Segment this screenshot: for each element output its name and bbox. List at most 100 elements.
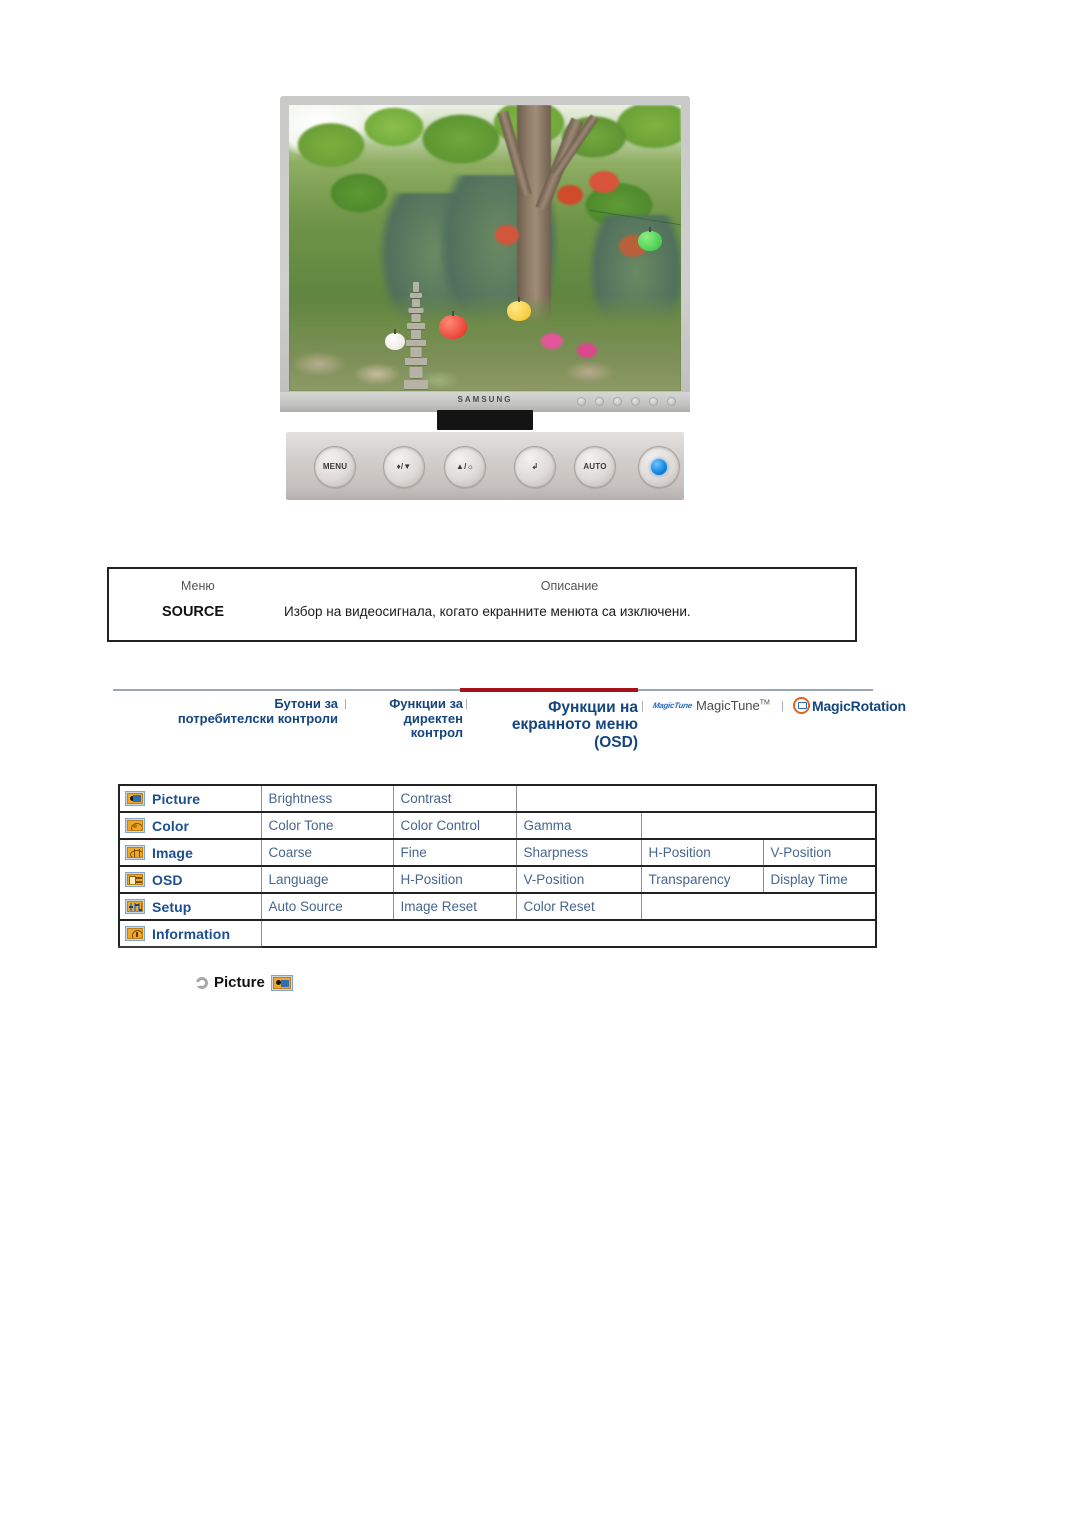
table-row: OSD Language H-Position V-Position Trans… [118, 865, 877, 894]
osd-item-auto-source[interactable]: Auto Source [260, 892, 394, 921]
source-enter-button-label: ↲ [531, 462, 539, 471]
osd-category-information[interactable]: Information [118, 919, 262, 948]
osd-category-picture[interactable]: Picture [118, 784, 262, 813]
tab-direct-control-functions-line2: директен контрол [403, 710, 463, 741]
monitor-bezel: SAMSUNG [280, 96, 690, 412]
monitor-screen [289, 105, 681, 391]
auto-button-label: AUTO [583, 462, 607, 471]
nav-separator-1: | [344, 698, 347, 710]
table-header-row: Меню Описание [109, 569, 855, 595]
osd-item-contrast-label: Contrast [400, 791, 452, 806]
osd-item-gamma-label: Gamma [523, 818, 572, 833]
osd-item-osd-h-position[interactable]: H-Position [392, 865, 517, 894]
osd-item-color-control-label: Color Control [400, 818, 481, 833]
down-volume-button: ♦/▼ [383, 446, 425, 488]
setup-icon [125, 899, 145, 914]
osd-item-osd-v-position[interactable]: V-Position [515, 865, 642, 894]
osd-item-image-h-position-label: H-Position [648, 845, 711, 860]
osd-item-color-reset[interactable]: Color Reset [515, 892, 642, 921]
osd-item-gamma[interactable]: Gamma [515, 811, 642, 840]
bullet-ring-icon [196, 976, 208, 989]
osd-item-image-reset-label: Image Reset [400, 899, 478, 914]
osd-category-color-label: Color [152, 817, 190, 834]
source-menu-name: SOURCE [162, 604, 225, 620]
section-heading-label: Picture [214, 974, 265, 991]
osd-category-color[interactable]: Color [118, 811, 262, 840]
tab-magicrotation[interactable]: MagicRotation [793, 697, 906, 714]
screen-photo-flower-pink [541, 333, 563, 349]
tab-osd-functions-line2: екранното меню (OSD) [511, 716, 638, 751]
menu-button: MENU [314, 446, 356, 488]
osd-category-image-label: Image [152, 844, 193, 861]
screen-photo-blossom-3 [495, 225, 519, 245]
screen-photo-blossom-1 [557, 185, 583, 205]
bezel-button-row [577, 397, 676, 406]
screen-photo-lantern-green [638, 231, 662, 251]
osd-item-color-control[interactable]: Color Control [392, 811, 517, 840]
magictune-label-text: MagicTune [695, 698, 760, 713]
osd-item-transparency-label: Transparency [648, 872, 731, 887]
osd-category-setup[interactable]: Setup [118, 892, 262, 921]
osd-item-fine-label: Fine [400, 845, 427, 860]
osd-item-coarse-label: Coarse [268, 845, 313, 860]
bezel-dot-2 [595, 397, 604, 406]
picture-icon [125, 791, 145, 806]
tab-magictune[interactable]: MagicTune MagicTuneTM [652, 698, 770, 713]
tab-osd-functions-line1: Функции на [548, 699, 638, 716]
osd-item-display-time-label: Display Time [770, 872, 848, 887]
osd-item-image-v-position[interactable]: V-Position [762, 838, 877, 867]
bezel-dot-1 [577, 397, 586, 406]
osd-item-color-tone[interactable]: Color Tone [260, 811, 394, 840]
nav-separator-3: | [641, 700, 644, 712]
screen-photo-lantern-white [385, 333, 405, 350]
image-icon [125, 845, 145, 860]
bezel-dot-4 [631, 397, 640, 406]
tab-user-control-buttons[interactable]: Бутони за потребителски контроли [113, 696, 338, 726]
up-brightness-button-label: ▲/☼ [455, 462, 475, 471]
osd-item-image-reset[interactable]: Image Reset [392, 892, 517, 921]
osd-item-sharpness[interactable]: Sharpness [515, 838, 642, 867]
table-row: Color Color Tone Color Control Gamma [118, 811, 876, 840]
down-volume-button-label: ♦/▼ [396, 462, 412, 471]
control-panel-closeup: MENU ♦/▼ ▲/☼ ↲ AUTO [286, 432, 684, 500]
information-icon [125, 926, 145, 941]
osd-item-language[interactable]: Language [260, 865, 394, 894]
osd-item-osd-v-position-label: V-Position [523, 872, 585, 887]
tab-user-control-buttons-line2: потребителски контроли [177, 710, 338, 726]
brand-logo: SAMSUNG [457, 395, 513, 404]
magicrotation-label: MagicRotation [812, 697, 906, 714]
osd-item-coarse[interactable]: Coarse [260, 838, 394, 867]
screen-photo-lantern-red [439, 315, 467, 339]
empty-cell [641, 812, 876, 840]
osd-category-osd[interactable]: OSD [118, 865, 262, 894]
osd-item-display-time[interactable]: Display Time [762, 865, 877, 894]
power-indicator-icon [651, 459, 667, 475]
osd-item-image-h-position[interactable]: H-Position [640, 838, 764, 867]
screen-photo-flower-pink-2 [577, 343, 597, 358]
osd-item-language-label: Language [268, 872, 329, 887]
table-row: Information [118, 919, 876, 948]
screen-photo-lantern-yellow [507, 301, 531, 321]
monitor-stand-neck [437, 410, 533, 430]
bezel-dot-3 [613, 397, 622, 406]
magictune-logo-icon: MagicTune [652, 701, 693, 710]
column-header-description: Описание [540, 579, 599, 593]
osd-category-osd-label: OSD [152, 871, 183, 888]
osd-item-fine[interactable]: Fine [392, 838, 517, 867]
source-menu-description: Избор на видеосигнала, когато екранните … [284, 604, 691, 619]
empty-cell [641, 893, 876, 921]
section-heading-picture: Picture [196, 974, 293, 991]
osd-category-picture-label: Picture [152, 790, 201, 807]
nav-active-underline [460, 688, 638, 692]
color-icon [125, 818, 145, 833]
osd-item-transparency[interactable]: Transparency [640, 865, 764, 894]
osd-category-image[interactable]: Image [118, 838, 262, 867]
screen-photo-blossom-2 [589, 171, 619, 193]
menu-button-label: MENU [322, 462, 348, 471]
osd-item-contrast[interactable]: Contrast [392, 784, 517, 813]
tab-direct-control-functions[interactable]: Функции за директен контрол [353, 696, 463, 741]
column-header-menu: Меню [181, 579, 215, 593]
magictune-trademark: TM [759, 699, 770, 707]
tab-osd-functions[interactable]: Функции на екранното меню (OSD) [473, 699, 638, 751]
osd-item-brightness[interactable]: Brightness [260, 784, 394, 813]
